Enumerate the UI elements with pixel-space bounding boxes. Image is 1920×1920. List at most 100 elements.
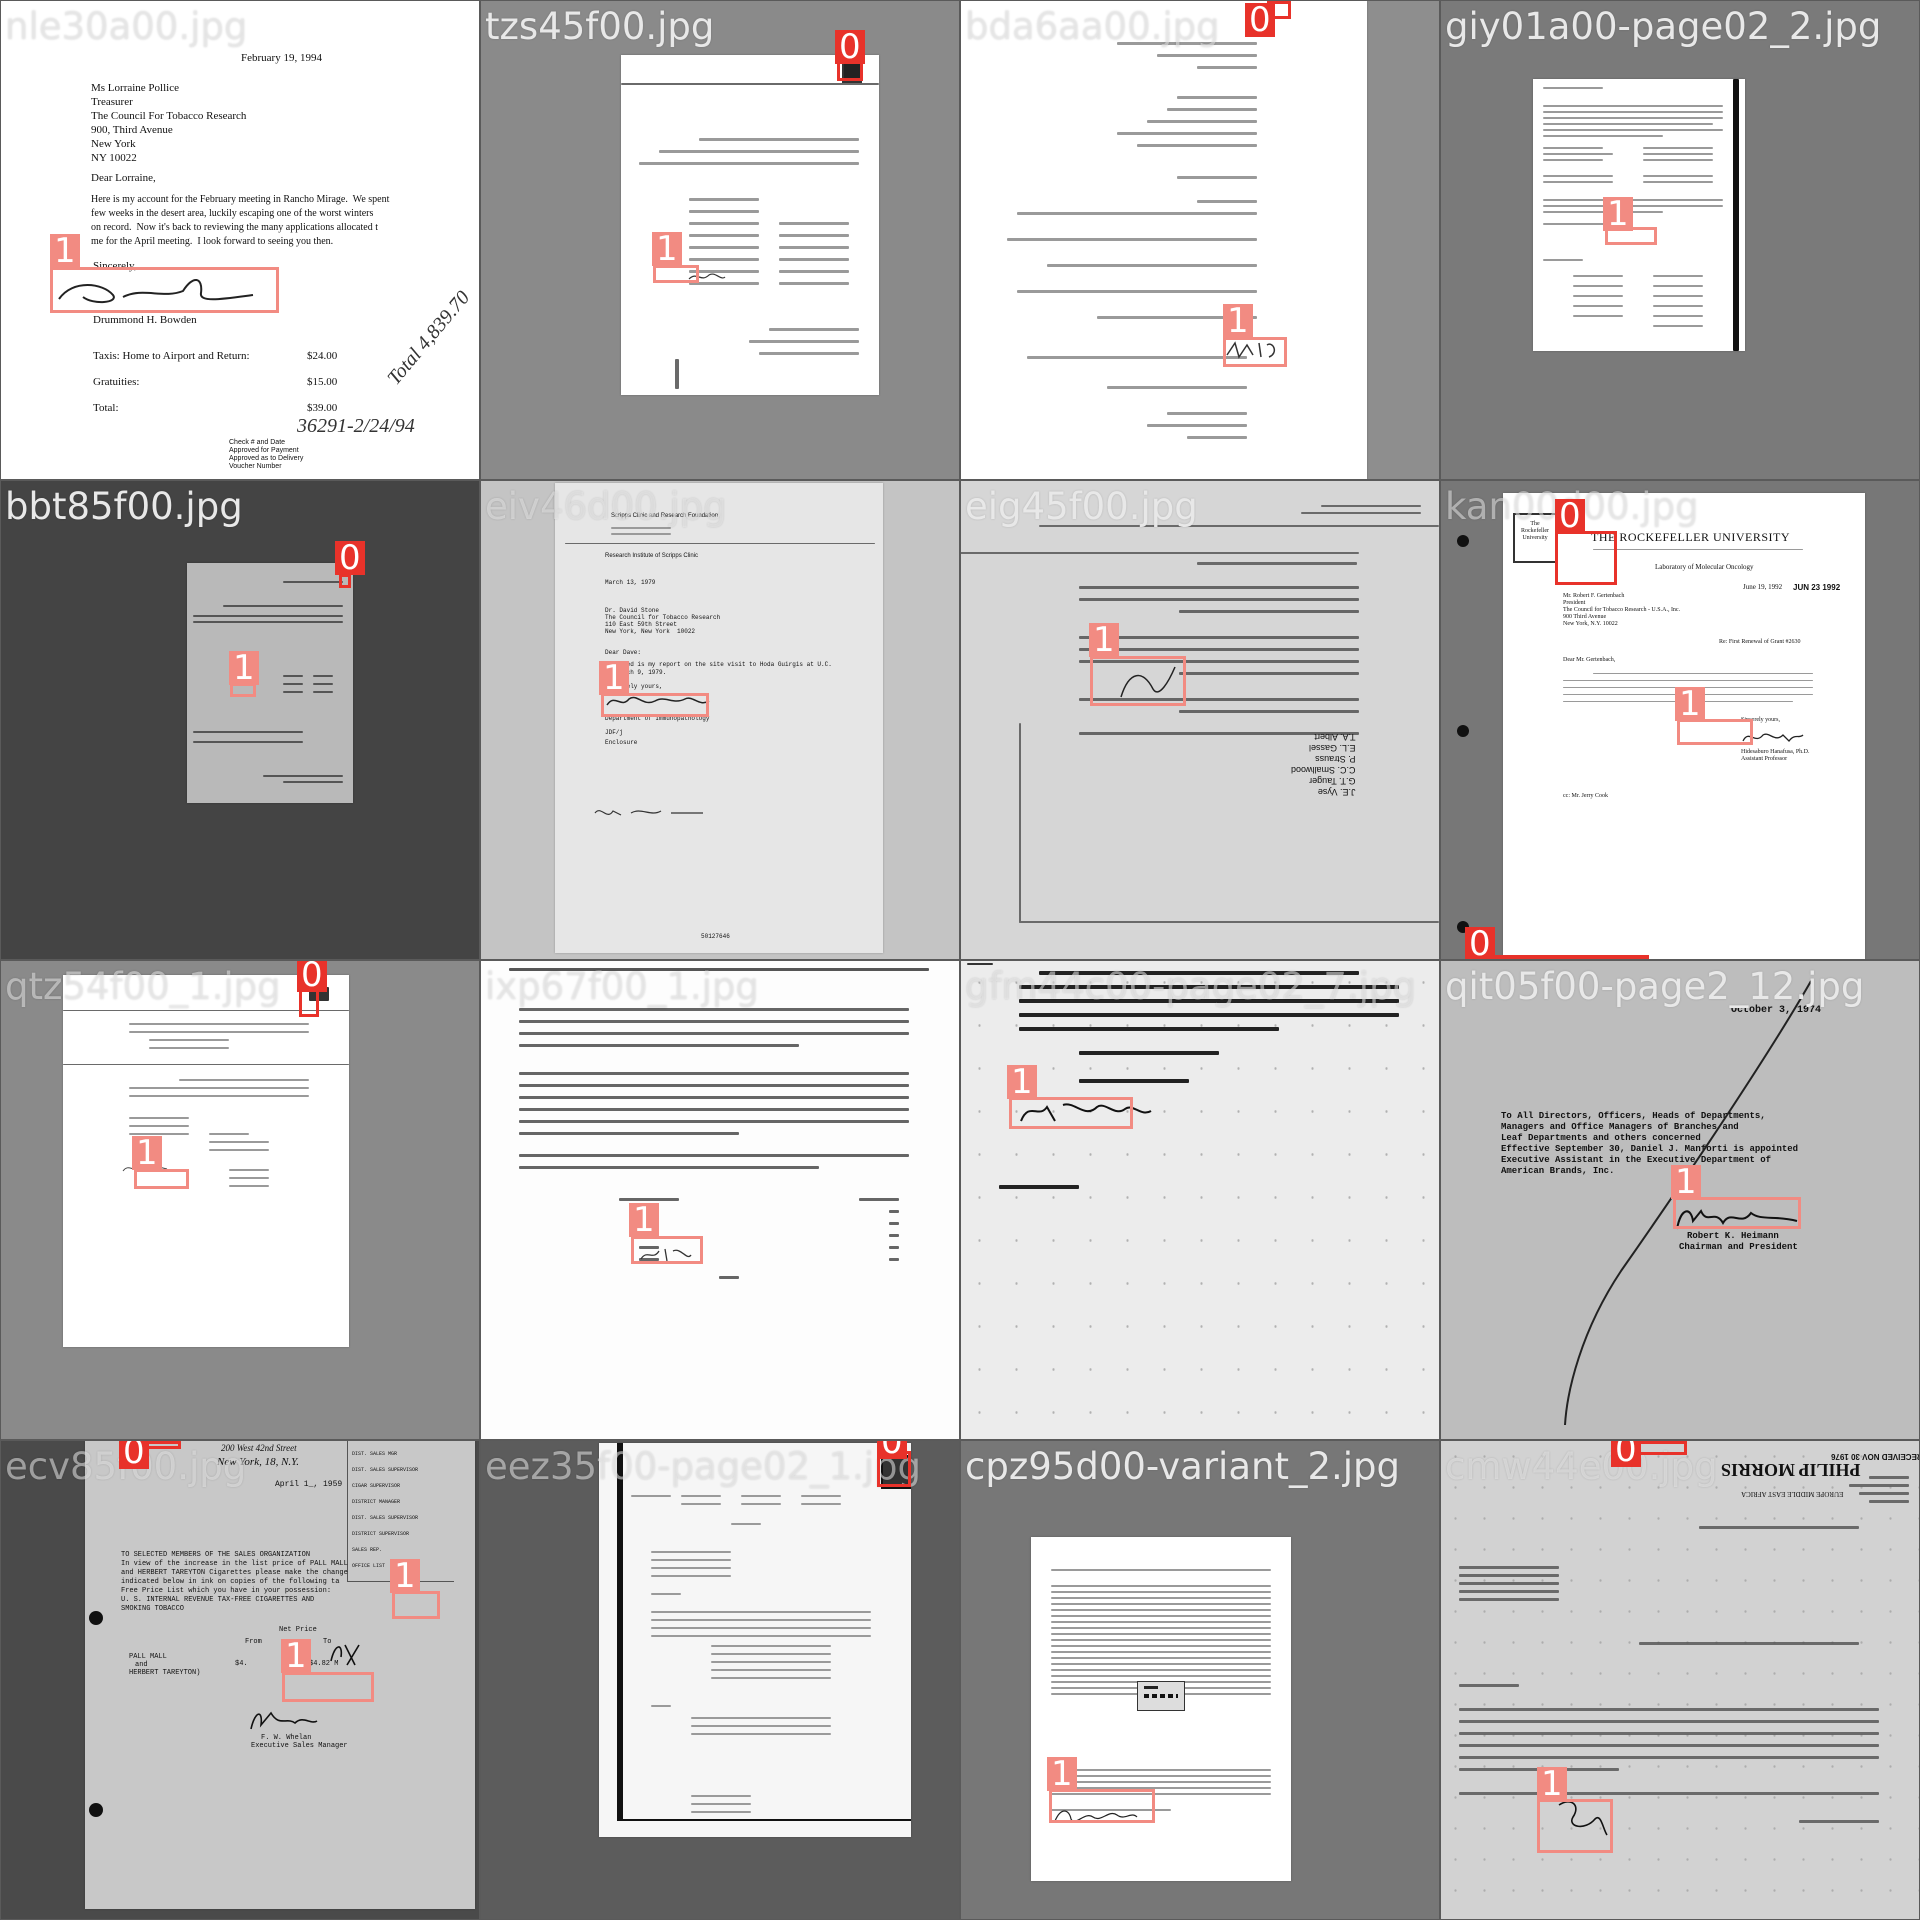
tile-eig45f00[interactable]: T.A. Albert E.L. Gassel P. Strauss C.C. … <box>961 481 1439 959</box>
tile-filename: tzs45f00.jpg <box>485 5 715 48</box>
signature-bbox[interactable] <box>1537 1799 1613 1853</box>
tile-giy01a00[interactable]: giy01a00-page02_2.jpg 1 <box>1441 1 1919 479</box>
expense-amount: $15.00 <box>307 376 338 388</box>
box-class-label: 0 <box>1555 499 1585 533</box>
tile-cpz95d00[interactable]: cpz95d00-variant_2.jpg 1 <box>961 1441 1439 1919</box>
handwritten-check: 36291-2/24/94 <box>297 415 415 437</box>
cc-entry: P. Strauss <box>1315 754 1356 764</box>
box-class-label: 1 <box>652 232 682 266</box>
rotated-content <box>63 975 349 1347</box>
address-line: The Council for Tobacco Research <box>605 614 721 621</box>
handwritten-initials <box>330 1644 360 1666</box>
body-line: and HERBERT TAREYTON Cigarettes please m… <box>121 1569 348 1577</box>
price-item: PALL MALL <box>129 1653 167 1661</box>
tile-bda6aa00[interactable]: bda6aa00.jpg 0 1 <box>961 1 1439 479</box>
rotated-content <box>481 961 959 1439</box>
signature-bbox[interactable] <box>631 1236 703 1264</box>
routing-entry: SALES REP. <box>352 1547 383 1553</box>
tile-filename: giy01a00-page02_2.jpg <box>1445 5 1882 48</box>
tile-eiv46d00[interactable]: Scripps Clinic and Research Foundation R… <box>481 481 959 959</box>
doc-number: 50127646 <box>701 933 730 940</box>
tile-bbt85f00[interactable]: bbt85f00.jpg 0 1 <box>1 481 479 959</box>
tile-eez35f00[interactable]: eez35f00-page02_1.jpg 0 <box>481 1441 959 1919</box>
tile-filename: eez35f00-page02_1.jpg <box>485 1445 922 1488</box>
punch-hole <box>1457 535 1469 547</box>
signer-name: Drummond H. Bowden <box>93 314 197 326</box>
tile-ecv85f00[interactable]: 200 West 42nd Street New York, 18, N.Y. … <box>1 1441 479 1919</box>
expense-amount: $39.00 <box>307 402 338 414</box>
tile-cmw44e00[interactable]: PHILIP MORRIS EUROPE MIDDLE EAST AFRICA … <box>1441 1441 1919 1919</box>
tile-qit05f00[interactable]: October 3, 1974 To All Directors, Office… <box>1441 961 1919 1439</box>
letter-body: Here is my account for the February meet… <box>91 193 389 249</box>
re-line: Re: First Renewal of Grant #2630 <box>1719 639 1801 645</box>
lab-name: Laboratory of Molecular Oncology <box>1655 563 1754 571</box>
signature-bbox[interactable] <box>282 1672 374 1702</box>
box-class-label: 0 <box>835 30 865 64</box>
signature-bbox[interactable] <box>1049 1789 1155 1823</box>
tile-tzs45f00[interactable]: tzs45f00.jpg 0 1 <box>481 1 959 479</box>
address-line: 110 East 59th Street <box>605 621 678 628</box>
expense-label: Gratuities: <box>93 376 140 388</box>
tile-gfm44c00[interactable]: gfm44c00-page02_7.jpg 1 <box>961 961 1439 1439</box>
tile-filename: qit05f00-page2_12.jpg <box>1445 965 1865 1008</box>
address-block: Ms Lorraine Pollice Treasurer The Counci… <box>91 81 246 165</box>
address-line: NY 10022 <box>91 152 137 164</box>
rotated-content <box>961 481 1439 959</box>
body-line: me for the April meeting. I look forward… <box>91 236 334 247</box>
body-line: Attached is my report on the site visit … <box>605 661 832 668</box>
tile-qtz54f00[interactable]: qtz54f00_1.jpg 0 1 <box>1 961 479 1439</box>
document-page <box>187 563 353 803</box>
document-page <box>1533 79 1745 351</box>
body-line: on record. Now it's back to reviewing th… <box>91 222 378 233</box>
box-class-label: 1 <box>50 234 80 268</box>
footer-field: Voucher Number <box>229 463 282 470</box>
address-line: Dr. David Stone <box>605 607 660 614</box>
box-class-label: 1 <box>132 1136 162 1170</box>
box-class-label: 1 <box>281 1639 311 1673</box>
document-page <box>961 1 1367 479</box>
body-line: TO SELECTED MEMBERS OF THE SALES ORGANIZ… <box>121 1551 311 1559</box>
handwritten-note <box>594 810 703 816</box>
detection-grid: February 19, 1994 Ms Lorraine Pollice Tr… <box>0 0 1920 1920</box>
address-line: 900 Third Avenue <box>1563 614 1607 620</box>
signature-bbox[interactable] <box>50 267 279 313</box>
document-page <box>481 961 959 1439</box>
signature-bbox[interactable] <box>1090 656 1186 706</box>
address-line: New York, New York 10022 <box>605 628 696 635</box>
tile-ixp67f00[interactable]: ixp67f00_1.jpg 1 <box>481 961 959 1439</box>
salutation: Dear Lorraine, <box>91 172 156 184</box>
box-class-label: 0 <box>877 1441 907 1459</box>
tile-nle30a00[interactable]: February 19, 1994 Ms Lorraine Pollice Tr… <box>1 1 479 479</box>
received-stamp: JUN 23 1992 <box>1793 583 1841 592</box>
routing-entry: DISTRICT MANAGER <box>352 1499 401 1505</box>
box-class-label: 1 <box>1047 1757 1077 1791</box>
tile-kan00d00[interactable]: The Rockefeller University THE ROCKEFELL… <box>1441 481 1919 959</box>
tile-filename: nle30a00.jpg <box>5 5 248 48</box>
tile-filename: cpz95d00-variant_2.jpg <box>965 1445 1401 1488</box>
expense-amount: $24.00 <box>307 350 338 362</box>
address-block: Mr. Robert F. Gertenbach President The C… <box>1563 593 1680 628</box>
body-line: In view of the increase in the list pric… <box>121 1560 348 1568</box>
university-name: THE ROCKEFELLER UNIVERSITY <box>1591 530 1790 544</box>
seal-bbox[interactable] <box>1555 531 1617 585</box>
letter-date: March 13, 1979 <box>605 579 656 586</box>
address-line: New York, N.Y. 10022 <box>1563 621 1618 627</box>
footer-field: Check # and Date <box>229 439 286 446</box>
body-line: SMOKING TOBACCO <box>121 1605 185 1613</box>
routing-entry: DISTRICT SUPERVISOR <box>352 1531 410 1537</box>
signer-name: Hidesaburo Hanafusa, Ph.D. <box>1741 749 1810 755</box>
tile-filename: eiv46d00.jpg <box>485 485 727 528</box>
document-page: 200 West 42nd Street New York, 18, N.Y. … <box>85 1441 475 1909</box>
box-class-label: 1 <box>1603 197 1633 231</box>
scatter-noise <box>961 961 1439 1439</box>
box-class-label: 1 <box>229 651 259 685</box>
cc-entry: J.E. Vyse <box>1317 787 1356 797</box>
tile-filename: ixp67f00_1.jpg <box>485 965 759 1008</box>
box-class-label: 0 <box>335 541 365 575</box>
document-page: T.A. Albert E.L. Gassel P. Strauss C.C. … <box>961 481 1439 959</box>
price-item: and <box>135 1661 148 1669</box>
signature-bbox[interactable] <box>1223 337 1287 367</box>
tile-filename: eig45f00.jpg <box>965 485 1198 528</box>
signature-image <box>250 1711 318 1730</box>
body-line: Free Price List which you have in your p… <box>121 1587 332 1595</box>
